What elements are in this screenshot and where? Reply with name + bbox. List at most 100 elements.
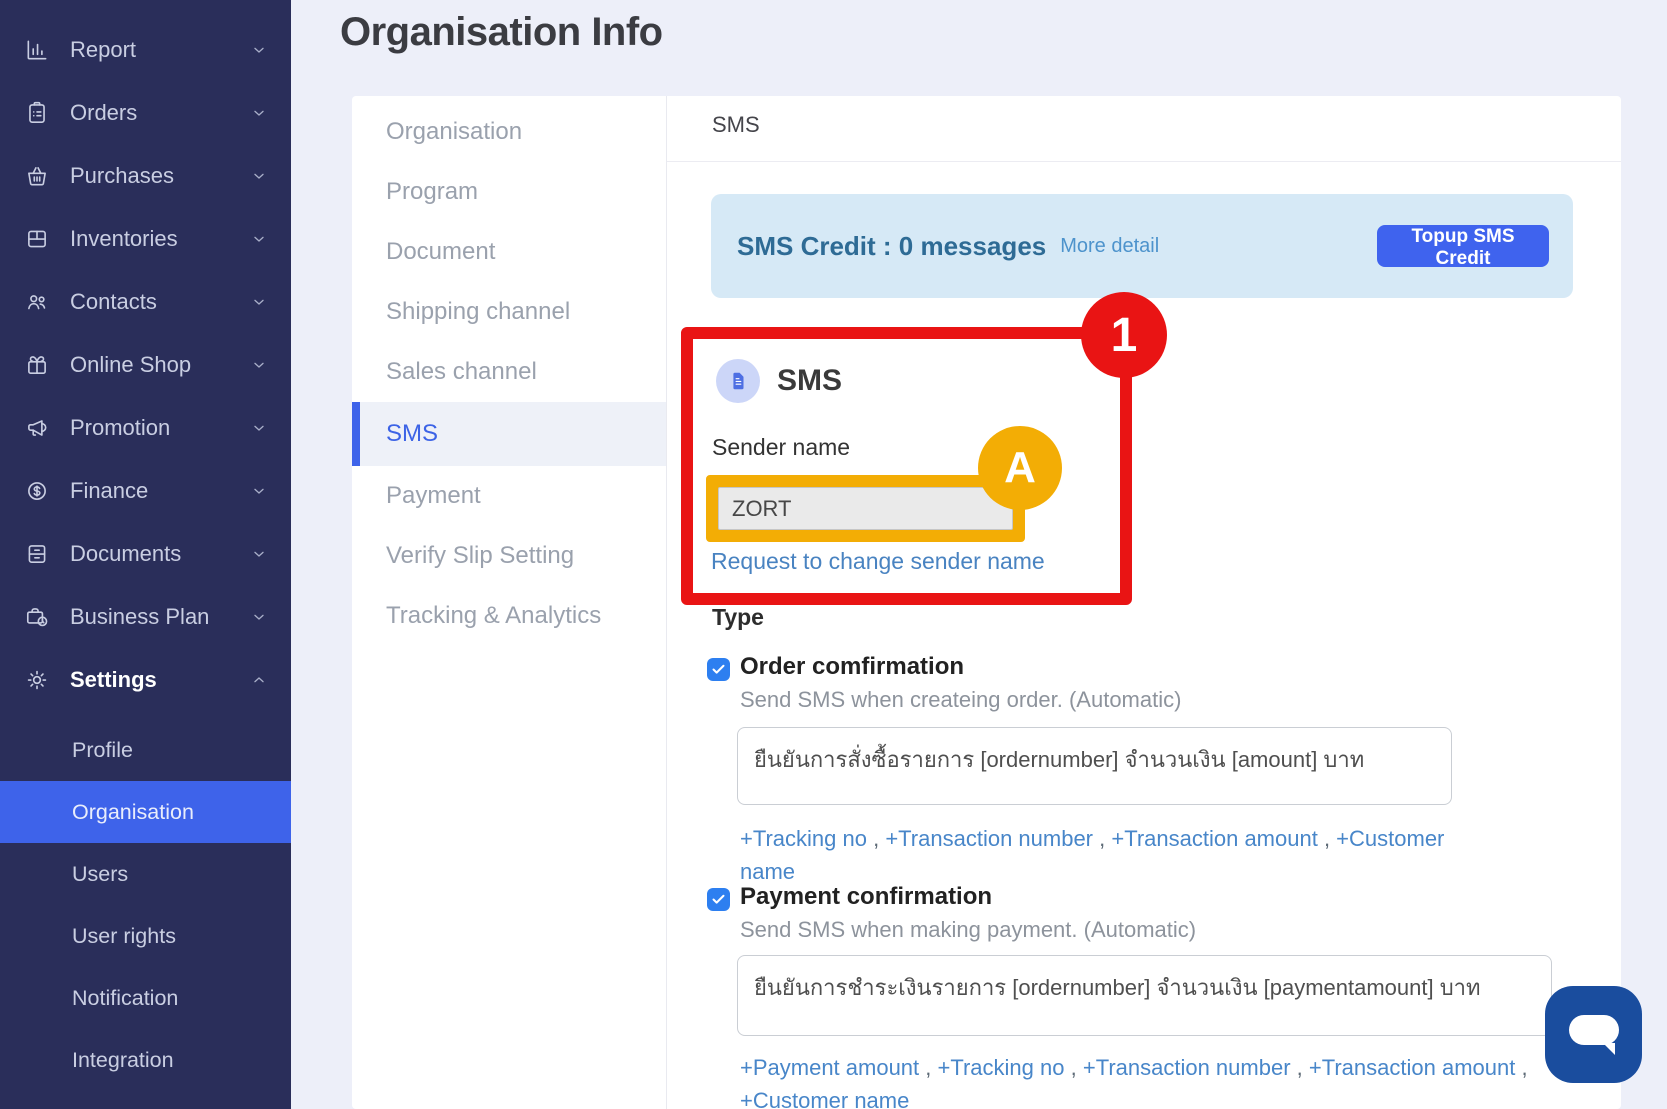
sidebar-item-settings[interactable]: Settings — [0, 648, 291, 711]
separator: , — [1318, 826, 1336, 851]
chevron-down-icon — [251, 609, 267, 625]
separator: , — [1515, 1055, 1533, 1080]
clipboard-icon — [24, 100, 50, 126]
sidebar-item-documents[interactable]: Documents — [0, 522, 291, 585]
add-tracking-no-link[interactable]: +Tracking no — [938, 1055, 1065, 1080]
tab-label: SMS — [386, 420, 438, 448]
order-confirmation-desc: Send SMS when createing order. (Automati… — [740, 687, 1181, 713]
chevron-down-icon — [251, 168, 267, 184]
tab-program[interactable]: Program — [352, 162, 666, 222]
sms-credit-text: SMS Credit : 0 messages — [737, 231, 1046, 262]
sidebar-item-integration[interactable]: Integration — [0, 1029, 291, 1091]
briefcase-clock-icon — [24, 604, 50, 630]
organisation-info-card: Organisation Program Document Shipping c… — [352, 96, 1621, 1109]
payment-message-input[interactable]: ยืนยันการชำระเงินรายการ [ordernumber] จำ… — [737, 955, 1552, 1036]
sidebar-item-label: Promotion — [70, 415, 170, 441]
more-detail-link[interactable]: More detail — [1060, 235, 1159, 258]
order-tag-links: +Tracking no , +Transaction number , +Tr… — [740, 822, 1500, 888]
chevron-down-icon — [251, 42, 267, 58]
sidebar-item-organisation[interactable]: Organisation — [0, 781, 291, 843]
separator: , — [919, 1055, 937, 1080]
box-icon — [24, 226, 50, 252]
sidebar-item-label: Inventories — [70, 226, 178, 252]
chevron-down-icon — [251, 357, 267, 373]
sidebar-item-label: Contacts — [70, 289, 157, 315]
add-payment-amount-link[interactable]: +Payment amount — [740, 1055, 919, 1080]
sidebar-item-business-plan[interactable]: Business Plan — [0, 585, 291, 648]
chevron-down-icon — [251, 420, 267, 436]
tab-verify-slip-setting[interactable]: Verify Slip Setting — [352, 526, 666, 586]
tab-label: Sales channel — [386, 358, 537, 386]
tab-sms[interactable]: SMS — [352, 402, 666, 466]
add-tracking-no-link[interactable]: +Tracking no — [740, 826, 867, 851]
add-customer-name-link[interactable]: +Customer name — [740, 1088, 909, 1109]
sender-name-input[interactable]: ZORT — [718, 487, 1013, 530]
check-icon — [711, 662, 726, 677]
sender-name-label: Sender name — [712, 434, 850, 461]
add-transaction-number-link[interactable]: +Transaction number — [1083, 1055, 1291, 1080]
tab-organisation[interactable]: Organisation — [352, 102, 666, 162]
tab-document[interactable]: Document — [352, 222, 666, 282]
submenu-label: Users — [72, 862, 128, 887]
check-icon — [711, 892, 726, 907]
submenu-label: Integration — [72, 1048, 174, 1073]
basket-icon — [24, 163, 50, 189]
chevron-down-icon — [251, 546, 267, 562]
payment-tag-links: +Payment amount , +Tracking no , +Transa… — [740, 1051, 1580, 1109]
tab-label: Document — [386, 238, 495, 266]
sidebar-item-purchases[interactable]: Purchases — [0, 144, 291, 207]
cabinet-icon — [24, 541, 50, 567]
people-icon — [24, 289, 50, 315]
sms-credit-banner: SMS Credit : 0 messages More detail Topu… — [711, 194, 1573, 298]
topup-sms-credit-button[interactable]: Topup SMS Credit — [1377, 225, 1549, 267]
tab-tracking-analytics[interactable]: Tracking & Analytics — [352, 586, 666, 646]
section-divider — [667, 161, 1621, 162]
sms-block-title: SMS — [777, 364, 842, 398]
tab-label: Shipping channel — [386, 298, 570, 326]
annotation-gold-box: ZORT — [706, 475, 1025, 542]
chat-widget-button[interactable] — [1545, 986, 1642, 1083]
add-transaction-number-link[interactable]: +Transaction number — [885, 826, 1093, 851]
sidebar-item-users[interactable]: Users — [0, 843, 291, 905]
sidebar-item-promotion[interactable]: Promotion — [0, 396, 291, 459]
tab-label: Program — [386, 178, 478, 206]
sidebar-item-inventories[interactable]: Inventories — [0, 207, 291, 270]
chevron-up-icon — [251, 672, 267, 688]
payment-confirmation-checkbox[interactable] — [707, 888, 730, 911]
tab-sales-channel[interactable]: Sales channel — [352, 342, 666, 402]
payment-confirmation-desc: Send SMS when making payment. (Automatic… — [740, 917, 1196, 943]
order-confirmation-checkbox[interactable] — [707, 658, 730, 681]
sidebar-item-orders[interactable]: Orders — [0, 81, 291, 144]
add-transaction-amount-link[interactable]: +Transaction amount — [1111, 826, 1317, 851]
order-confirmation-title: Order comfirmation — [740, 653, 964, 681]
separator: , — [867, 826, 885, 851]
tab-payment[interactable]: Payment — [352, 466, 666, 526]
sidebar-item-notification[interactable]: Notification — [0, 967, 291, 1029]
main-content: Organisation Info Organisation Program D… — [291, 0, 1667, 1109]
sidebar-item-label: Documents — [70, 541, 181, 567]
order-message-input[interactable]: ยืนยันการสั่งซื้อรายการ [ordernumber] จำ… — [737, 727, 1452, 805]
request-change-sender-link[interactable]: Request to change sender name — [711, 548, 1045, 575]
chevron-down-icon — [251, 231, 267, 247]
submenu-label: Notification — [72, 986, 178, 1011]
megaphone-icon — [24, 415, 50, 441]
sidebar-item-profile[interactable]: Profile — [0, 719, 291, 781]
add-transaction-amount-link[interactable]: +Transaction amount — [1309, 1055, 1515, 1080]
sidebar-item-report[interactable]: Report — [0, 18, 291, 81]
tab-label: Verify Slip Setting — [386, 542, 574, 570]
type-label: Type — [712, 604, 764, 631]
app-screen: Report Orders Purchases Inventories — [0, 0, 1667, 1109]
tab-shipping-channel[interactable]: Shipping channel — [352, 282, 666, 342]
dollar-circle-icon — [24, 478, 50, 504]
annotation-step-badge: 1 — [1081, 292, 1167, 378]
sidebar-item-online-shop[interactable]: Online Shop — [0, 333, 291, 396]
sidebar-item-label: Purchases — [70, 163, 174, 189]
sidebar-item-finance[interactable]: Finance — [0, 459, 291, 522]
sidebar-item-label: Orders — [70, 100, 137, 126]
sidebar-item-contacts[interactable]: Contacts — [0, 270, 291, 333]
bar-chart-icon — [24, 37, 50, 63]
chevron-down-icon — [251, 483, 267, 499]
sidebar-item-label: Report — [70, 37, 136, 63]
sms-document-icon — [716, 359, 760, 403]
sidebar-item-user-rights[interactable]: User rights — [0, 905, 291, 967]
